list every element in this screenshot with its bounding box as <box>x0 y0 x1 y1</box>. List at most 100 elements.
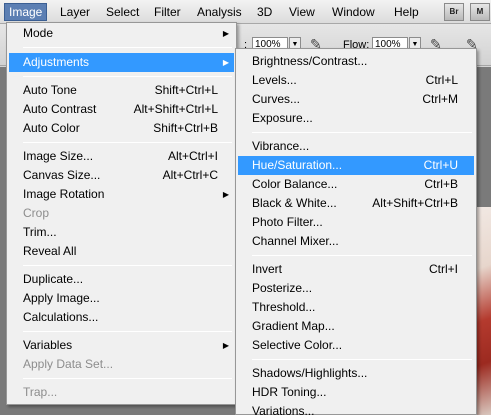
submenu-arrow-icon: ▶ <box>222 341 229 350</box>
shortcut-text: Shift+Ctrl+B <box>153 121 218 135</box>
menu-item-auto-contrast[interactable]: Auto Contrast Alt+Shift+Ctrl+L <box>9 100 234 119</box>
menu-item-label: Reveal All <box>23 244 77 258</box>
menu-help[interactable]: Help <box>390 3 423 21</box>
menu-item-auto-tone[interactable]: Auto Tone Shift+Ctrl+L <box>9 81 234 100</box>
mini-bridge-button[interactable]: M <box>470 3 490 21</box>
menu-item-mode[interactable]: Mode ▶ <box>9 24 234 43</box>
menu-item-apply-image[interactable]: Apply Image... <box>9 289 234 308</box>
menu-item-canvas-size[interactable]: Canvas Size... Alt+Ctrl+C <box>9 166 234 185</box>
menu-item-label: Curves... <box>252 92 301 106</box>
submenu-arrow-icon: ▶ <box>222 190 229 199</box>
menu-item-label: Shadows/Highlights... <box>252 366 368 380</box>
separator <box>23 378 232 379</box>
shortcut-text: Alt+Ctrl+I <box>167 149 218 163</box>
menu-item-label: Gradient Map... <box>252 319 335 333</box>
menu-item-invert[interactable]: Invert Ctrl+I <box>238 260 474 279</box>
menu-image[interactable]: Image <box>4 3 48 21</box>
menu-item-color-balance[interactable]: Color Balance... Ctrl+B <box>238 175 474 194</box>
menu-item-crop[interactable]: Crop <box>9 204 234 223</box>
menu-item-label: Invert <box>252 262 283 276</box>
menu-item-label: Duplicate... <box>23 272 84 286</box>
menu-item-label: Color Balance... <box>252 177 338 191</box>
menu-item-label: Black & White... <box>252 196 337 210</box>
submenu-arrow-icon: ▶ <box>222 58 229 67</box>
shortcut-text: Shift+Ctrl+L <box>154 83 218 97</box>
menu-item-levels[interactable]: Levels... Ctrl+L <box>238 71 474 90</box>
menu-item-trim[interactable]: Trim... <box>9 223 234 242</box>
menu-item-label: Variables <box>23 338 73 352</box>
menu-item-selective-color[interactable]: Selective Color... <box>238 336 474 355</box>
menu-item-label: Exposure... <box>252 111 313 125</box>
menu-item-label: Levels... <box>252 73 297 87</box>
shortcut-text: Alt+Shift+Ctrl+L <box>133 102 218 116</box>
menu-item-label: Hue/Saturation... <box>252 158 343 172</box>
shortcut-text: Ctrl+U <box>423 158 458 172</box>
menu-3d[interactable]: 3D <box>253 3 276 21</box>
shortcut-text: Alt+Ctrl+C <box>162 168 218 182</box>
menu-item-vibrance[interactable]: Vibrance... <box>238 137 474 156</box>
menu-item-channel-mixer[interactable]: Channel Mixer... <box>238 232 474 251</box>
menu-item-duplicate[interactable]: Duplicate... <box>9 270 234 289</box>
menu-item-hue-saturation[interactable]: Hue/Saturation... Ctrl+U <box>238 156 474 175</box>
menu-item-label: Apply Image... <box>23 291 100 305</box>
menu-item-photo-filter[interactable]: Photo Filter... <box>238 213 474 232</box>
menu-item-label: Brightness/Contrast... <box>252 54 368 68</box>
menu-item-label: Canvas Size... <box>23 168 101 182</box>
menu-item-posterize[interactable]: Posterize... <box>238 279 474 298</box>
menu-item-gradient-map[interactable]: Gradient Map... <box>238 317 474 336</box>
menu-item-label: Photo Filter... <box>252 215 323 229</box>
shortcut-text: Alt+Shift+Ctrl+B <box>372 196 458 210</box>
separator <box>252 255 472 256</box>
shortcut-text: Ctrl+L <box>425 73 458 87</box>
menu-item-variables[interactable]: Variables ▶ <box>9 336 234 355</box>
menu-item-label: Apply Data Set... <box>23 357 114 371</box>
separator <box>23 265 232 266</box>
menu-window[interactable]: Window <box>328 3 379 21</box>
menu-item-label: Auto Contrast <box>23 102 97 116</box>
menu-item-brightness-contrast[interactable]: Brightness/Contrast... <box>238 52 474 71</box>
menu-item-exposure[interactable]: Exposure... <box>238 109 474 128</box>
shortcut-text: Ctrl+B <box>424 177 458 191</box>
menu-item-label: Channel Mixer... <box>252 234 339 248</box>
separator <box>23 331 232 332</box>
menu-item-label: Threshold... <box>252 300 316 314</box>
menu-item-image-size[interactable]: Image Size... Alt+Ctrl+I <box>9 147 234 166</box>
menu-select[interactable]: Select <box>102 3 143 21</box>
bridge-button[interactable]: Br <box>444 3 464 21</box>
menu-item-auto-color[interactable]: Auto Color Shift+Ctrl+B <box>9 119 234 138</box>
menu-item-label: Crop <box>23 206 50 220</box>
menu-item-variations[interactable]: Variations... <box>238 402 474 415</box>
separator <box>23 142 232 143</box>
menu-item-label: Trim... <box>23 225 57 239</box>
menu-layer[interactable]: Layer <box>56 3 94 21</box>
menu-item-black-white[interactable]: Black & White... Alt+Shift+Ctrl+B <box>238 194 474 213</box>
submenu-arrow-icon: ▶ <box>222 29 229 38</box>
menu-item-calculations[interactable]: Calculations... <box>9 308 234 327</box>
adjustments-submenu: Brightness/Contrast... Levels... Ctrl+L … <box>235 48 477 415</box>
menu-view[interactable]: View <box>285 3 319 21</box>
menu-item-label: Mode <box>23 26 54 40</box>
menu-item-label: Image Rotation <box>23 187 105 201</box>
menu-item-reveal-all[interactable]: Reveal All <box>9 242 234 261</box>
menu-item-label: Selective Color... <box>252 338 343 352</box>
menu-item-label: Image Size... <box>23 149 94 163</box>
menu-item-curves[interactable]: Curves... Ctrl+M <box>238 90 474 109</box>
menu-filter[interactable]: Filter <box>150 3 185 21</box>
menu-item-label: Auto Color <box>23 121 80 135</box>
separator <box>23 47 232 48</box>
menu-analysis[interactable]: Analysis <box>193 3 246 21</box>
menu-item-label: HDR Toning... <box>252 385 327 399</box>
menu-item-label: Trap... <box>23 385 58 399</box>
shortcut-text: Ctrl+M <box>422 92 458 106</box>
menu-item-threshold[interactable]: Threshold... <box>238 298 474 317</box>
menu-item-label: Posterize... <box>252 281 313 295</box>
menu-item-image-rotation[interactable]: Image Rotation ▶ <box>9 185 234 204</box>
menu-item-adjustments[interactable]: Adjustments ▶ <box>9 53 234 72</box>
menu-item-apply-data-set[interactable]: Apply Data Set... <box>9 355 234 374</box>
menu-item-shadows-highlights[interactable]: Shadows/Highlights... <box>238 364 474 383</box>
menu-bar: Image Layer Select Filter Analysis 3D Vi… <box>0 0 491 24</box>
separator <box>252 132 472 133</box>
menu-item-trap[interactable]: Trap... <box>9 383 234 402</box>
shortcut-text: Ctrl+I <box>428 262 458 276</box>
menu-item-hdr-toning[interactable]: HDR Toning... <box>238 383 474 402</box>
